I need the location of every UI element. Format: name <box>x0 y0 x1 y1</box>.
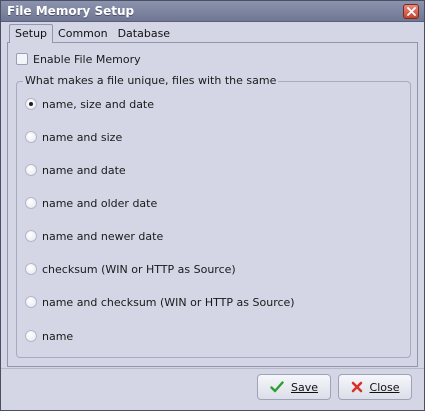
tab-database[interactable]: Database <box>113 25 176 43</box>
title-bar[interactable]: File Memory Setup <box>1 1 424 22</box>
radio-button[interactable] <box>25 164 37 176</box>
tab-setup[interactable]: Setup <box>9 24 54 43</box>
radio-button[interactable] <box>25 296 37 308</box>
tab-bar: Setup Common Database <box>9 24 176 43</box>
radio-button[interactable] <box>25 230 37 242</box>
enable-file-memory-row[interactable]: Enable File Memory <box>16 52 141 66</box>
close-icon <box>407 7 416 16</box>
option-label: name, size and date <box>42 97 155 111</box>
window-close-button[interactable] <box>403 4 419 19</box>
option-label: name and date <box>42 163 126 177</box>
group-title: What makes a file unique, files with the… <box>23 74 279 87</box>
save-button[interactable]: Save <box>257 374 331 400</box>
tab-common[interactable]: Common <box>53 25 113 43</box>
option-name[interactable]: name <box>25 329 73 343</box>
option-name-older-date[interactable]: name and older date <box>25 196 157 210</box>
option-label: name and newer date <box>42 229 164 243</box>
close-label: Close <box>369 380 400 394</box>
radio-button[interactable] <box>25 131 37 143</box>
option-checksum[interactable]: checksum (WIN or HTTP as Source) <box>25 262 236 276</box>
option-label: name and size <box>42 130 123 144</box>
save-label: Save <box>290 380 318 394</box>
option-name-date[interactable]: name and date <box>25 163 126 177</box>
enable-file-memory-label: Enable File Memory <box>33 52 141 66</box>
option-name-size[interactable]: name and size <box>25 130 122 144</box>
radio-button[interactable] <box>25 98 37 110</box>
option-name-checksum[interactable]: name and checksum (WIN or HTTP as Source… <box>25 295 295 309</box>
dialog-window: File Memory Setup Setup Common Database … <box>0 0 425 411</box>
close-button[interactable]: Close <box>338 374 412 400</box>
check-icon <box>270 381 284 393</box>
option-name-size-date[interactable]: name, size and date <box>25 97 154 111</box>
option-name-newer-date[interactable]: name and newer date <box>25 229 163 243</box>
radio-button[interactable] <box>25 263 37 275</box>
setup-panel: Enable File Memory What makes a file uni… <box>7 42 418 367</box>
option-label: name <box>42 329 74 343</box>
footer-divider <box>1 368 424 369</box>
window-title: File Memory Setup <box>7 4 135 18</box>
option-label: name and checksum (WIN or HTTP as Source… <box>42 295 295 309</box>
radio-button[interactable] <box>25 330 37 342</box>
option-label: name and older date <box>42 196 158 210</box>
x-icon <box>351 381 362 393</box>
enable-file-memory-checkbox[interactable] <box>16 53 28 65</box>
option-label: checksum (WIN or HTTP as Source) <box>42 262 236 276</box>
radio-button[interactable] <box>25 197 37 209</box>
uniqueness-group: What makes a file unique, files with the… <box>16 74 411 358</box>
